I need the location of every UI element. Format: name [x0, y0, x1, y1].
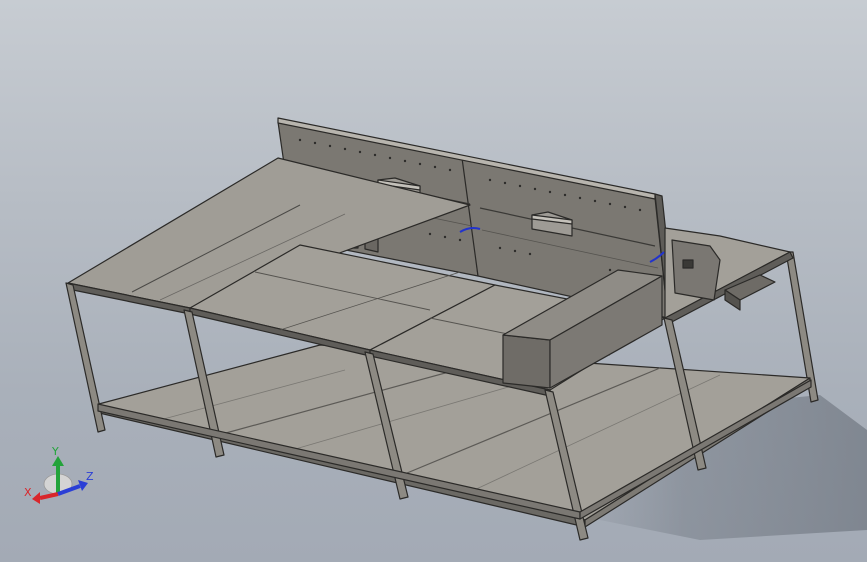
axis-triad: X Y Z	[24, 445, 94, 504]
cad-viewport[interactable]: X Y Z	[0, 0, 867, 562]
storage-box-front	[502, 334, 551, 389]
x-axis-label: X	[24, 486, 32, 499]
z-axis-label: Z	[86, 470, 94, 483]
x-axis-arrow	[32, 492, 59, 504]
wing-device	[671, 239, 721, 301]
y-axis-label: Y	[51, 445, 59, 458]
workbench-3d-model[interactable]	[0, 0, 867, 562]
